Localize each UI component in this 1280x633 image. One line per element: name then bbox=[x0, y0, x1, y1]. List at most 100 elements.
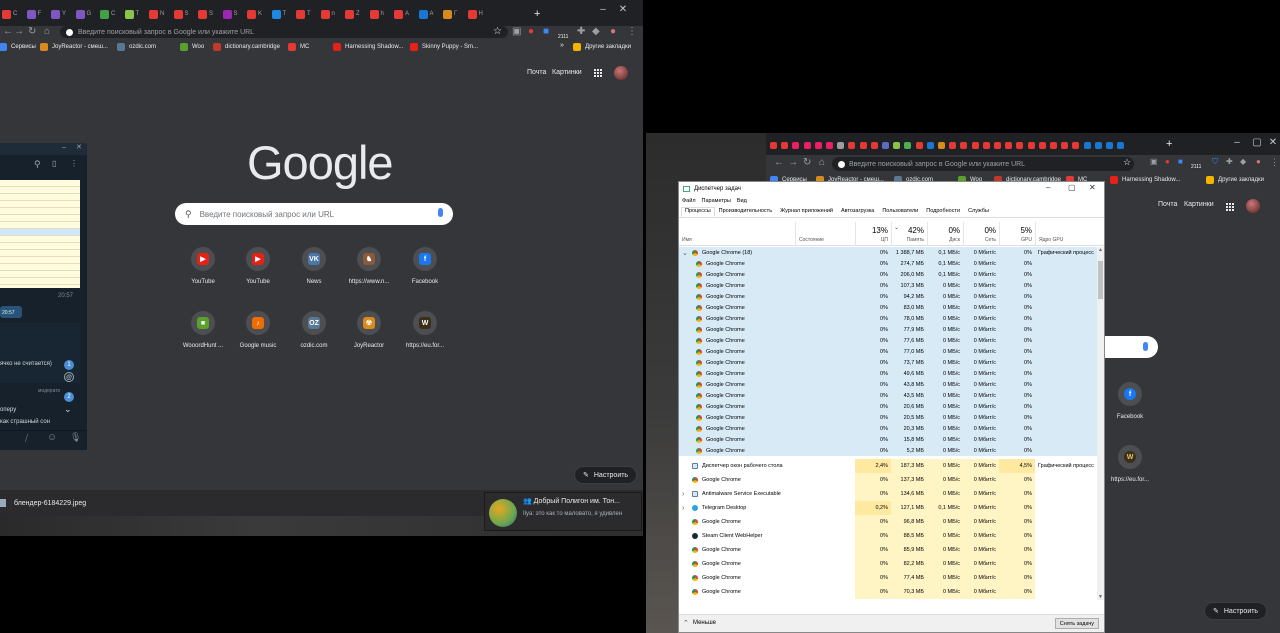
minimize-icon[interactable]: – bbox=[597, 4, 609, 16]
col-name[interactable]: Имя bbox=[679, 222, 795, 246]
star-icon[interactable]: ☆ bbox=[1123, 157, 1131, 168]
close-icon[interactable]: ✕ bbox=[1267, 137, 1279, 149]
tab-favicon-icon[interactable] bbox=[994, 142, 1001, 149]
shortcut-tile[interactable]: VK News bbox=[287, 245, 341, 305]
browser-tab[interactable]: T bbox=[271, 7, 286, 21]
browser-tab[interactable]: S bbox=[173, 7, 189, 21]
browser-tab[interactable]: K bbox=[247, 7, 262, 21]
extension-red-icon[interactable]: ● bbox=[528, 26, 534, 38]
browser-tab[interactable]: T bbox=[296, 7, 311, 21]
process-row[interactable]: Google Chrome 0% 20,6 МБ 0 МБ/с 0 Мбит/с 0% bbox=[679, 401, 1097, 412]
address-bar[interactable]: Введите поисковый запрос в Google или ук… bbox=[832, 157, 1134, 171]
browser-tab[interactable]: A bbox=[394, 7, 409, 21]
shortcut-facebook[interactable]: f Facebook bbox=[1103, 380, 1157, 440]
tab-favicon-icon[interactable] bbox=[1050, 142, 1057, 149]
tab-favicon-icon[interactable] bbox=[792, 142, 800, 149]
tab-favicon-icon[interactable] bbox=[1072, 142, 1080, 149]
browser-tab[interactable]: S bbox=[198, 7, 213, 21]
tab-favicon-icon[interactable] bbox=[1027, 142, 1035, 149]
back-icon[interactable]: ← bbox=[3, 26, 13, 38]
gmail-link[interactable]: Почта bbox=[1158, 201, 1177, 208]
process-row[interactable]: Google Chrome 0% 43,8 МБ 0 МБ/с 0 Мбит/с 0% bbox=[679, 379, 1097, 390]
shortcut-eu-forum[interactable]: W https://eu.for... bbox=[1103, 443, 1157, 503]
shortcut-tile[interactable]: f Facebook bbox=[398, 245, 452, 305]
sidebar-toggle-icon[interactable]: ▯ bbox=[52, 159, 56, 168]
process-row[interactable]: Google Chrome 0% 20,5 МБ 0 МБ/с 0 Мбит/с 0% bbox=[679, 412, 1097, 423]
unread-badge[interactable]: 1 bbox=[64, 360, 74, 370]
avatar[interactable]: ● bbox=[610, 26, 616, 38]
tab-favicon-icon[interactable] bbox=[859, 142, 867, 149]
minimize-icon[interactable]: – bbox=[1046, 183, 1050, 192]
process-row[interactable]: Google Chrome 0% 20,3 МБ 0 МБ/с 0 Мбит/с 0% bbox=[679, 423, 1097, 434]
scrollbar[interactable]: ▲ ▼ bbox=[1097, 247, 1104, 600]
forward-icon[interactable]: → bbox=[14, 26, 24, 38]
tab-favicon-icon[interactable] bbox=[870, 142, 878, 149]
col-cpu[interactable]: 13% ЦП bbox=[855, 222, 891, 246]
maximize-icon[interactable]: ▢ bbox=[1251, 137, 1263, 149]
images-link[interactable]: Картинки bbox=[552, 69, 582, 76]
more-icon[interactable]: ⋮ bbox=[70, 159, 78, 168]
bookmark-item[interactable]: Skinny Puppy - Sm... bbox=[410, 43, 478, 51]
process-row[interactable]: Google Chrome 0% 83,0 МБ 0 МБ/с 0 Мбит/с 0% bbox=[679, 302, 1097, 313]
extension-red-icon[interactable]: ● bbox=[1165, 157, 1170, 166]
extension-blue-icon[interactable]: ■ bbox=[1178, 157, 1183, 166]
new-tab-button[interactable]: + bbox=[534, 7, 540, 21]
browser-tab[interactable]: Г bbox=[443, 7, 457, 21]
tab-favicon-icon[interactable] bbox=[848, 142, 856, 149]
download-filename[interactable]: блендер-6184229.jpeg bbox=[14, 500, 86, 507]
shortcut-tile[interactable]: ☢ JoyReactor bbox=[342, 309, 396, 369]
bookmark-item[interactable]: Woo bbox=[180, 43, 204, 51]
menu-icon[interactable]: ⋮ bbox=[1270, 157, 1279, 168]
shortcut-tile[interactable]: ♞ https://www.n... bbox=[342, 245, 396, 305]
extension-icon[interactable]: ▣ bbox=[512, 26, 521, 38]
process-row[interactable]: Google Chrome 0% 107,3 МБ 0 МБ/с 0 Мбит/с 0% bbox=[679, 280, 1097, 291]
profile-icon[interactable]: ◆ bbox=[1240, 157, 1246, 166]
tab-favicon-icon[interactable] bbox=[1106, 142, 1113, 149]
tab-favicon-icon[interactable] bbox=[826, 142, 833, 149]
home-icon[interactable]: ⌂ bbox=[819, 157, 825, 168]
tab-favicon-icon[interactable] bbox=[949, 142, 957, 149]
commands-icon[interactable]: ⧸ bbox=[25, 433, 28, 444]
address-bar[interactable]: Введите поисковый запрос в Google или ук… bbox=[60, 26, 508, 38]
collapse-icon[interactable]: ⌃ bbox=[683, 619, 689, 627]
customize-button[interactable]: ✎ Настроить bbox=[1204, 602, 1268, 620]
browser-tab[interactable]: N bbox=[149, 7, 164, 21]
fewer-details-link[interactable]: Меньше bbox=[693, 620, 716, 626]
search-input[interactable]: ⚲ Введите поисковый запрос или URL bbox=[175, 203, 453, 225]
browser-tab[interactable]: Y bbox=[51, 7, 66, 21]
process-row[interactable]: Google Chrome 0% 49,6 МБ 0 МБ/с 0 Мбит/с 0% bbox=[679, 368, 1097, 379]
col-status[interactable]: Состояние bbox=[795, 222, 855, 246]
telegram-notification[interactable]: 👥 Добрый Полигон им. Тон... Ilya: это ка… bbox=[484, 492, 642, 531]
tab-favicon-icon[interactable] bbox=[971, 142, 979, 149]
bookmark-item[interactable]: ozdic.com bbox=[117, 43, 156, 51]
process-row[interactable]: › Telegram Desktop 0,2% 127,1 МБ 0,1 МБ/с 0 М… bbox=[679, 501, 1097, 515]
col-gpu-engine[interactable]: Ядро GPU bbox=[1035, 222, 1097, 246]
customize-button[interactable]: ✎ Настроить bbox=[574, 466, 638, 484]
extension-icon[interactable]: ▣ bbox=[1150, 157, 1158, 166]
browser-tab[interactable]: T bbox=[124, 7, 139, 21]
process-group-row[interactable]: ⌄ Google Chrome (18) 0% 1 388,7 МБ 0,1 МБ/с 0… bbox=[679, 247, 1097, 258]
browser-tab[interactable]: h bbox=[369, 7, 384, 21]
minimize-icon[interactable]: – bbox=[1231, 137, 1243, 149]
account-avatar[interactable] bbox=[614, 66, 628, 80]
process-row[interactable]: Google Chrome 0% 77,4 МБ 0 МБ/с 0 Мбит/с 0% bbox=[679, 571, 1097, 585]
mention-icon[interactable]: @ bbox=[64, 372, 74, 382]
shield-icon[interactable]: ⛉ bbox=[1212, 157, 1218, 167]
reload-icon[interactable]: ↻ bbox=[28, 26, 36, 38]
bookmark-item[interactable]: dictionary.cambridge bbox=[213, 43, 280, 51]
shortcut-tile[interactable]: OZ ozdic.com bbox=[287, 309, 341, 369]
tab-favicon-icon[interactable] bbox=[803, 142, 811, 149]
shortcut-tile[interactable]: ▶ YouTube bbox=[176, 245, 230, 305]
browser-tab[interactable]: C bbox=[100, 7, 115, 21]
gmail-link[interactable]: Почта bbox=[527, 69, 546, 76]
tab-favicon-icon[interactable] bbox=[938, 142, 945, 149]
tab-favicon-icon[interactable] bbox=[837, 142, 845, 149]
reload-icon[interactable]: ↻ bbox=[803, 157, 811, 168]
close-icon[interactable]: ✕ bbox=[1089, 183, 1096, 192]
tab-favicon-icon[interactable] bbox=[1005, 142, 1013, 149]
extensions-puzzle-icon[interactable]: ✚ bbox=[1226, 157, 1233, 166]
tab-favicon-icon[interactable] bbox=[1038, 142, 1046, 149]
back-icon[interactable]: ← bbox=[774, 157, 784, 168]
process-row[interactable]: Google Chrome 0% 77,6 МБ 0 МБ/с 0 Мбит/с 0% bbox=[679, 335, 1097, 346]
chevron-right-icon[interactable]: › bbox=[682, 491, 692, 498]
